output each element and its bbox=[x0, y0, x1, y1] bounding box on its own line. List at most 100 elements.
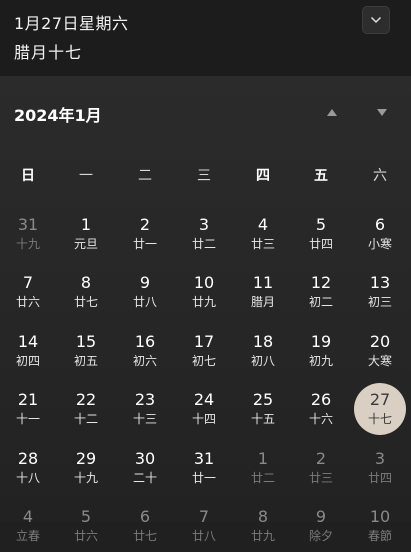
calendar-day[interactable]: 3 廿四 bbox=[354, 441, 406, 493]
calendar-day[interactable]: 14 初四 bbox=[2, 324, 54, 376]
day-number: 25 bbox=[252, 390, 274, 409]
calendar-day[interactable]: 22 十二 bbox=[60, 383, 112, 435]
weekday-label: 二 bbox=[138, 168, 152, 184]
day-number: 21 bbox=[17, 390, 39, 409]
calendar-day[interactable]: 24 十四 bbox=[178, 383, 230, 435]
calendar-day[interactable]: 19 初九 bbox=[295, 324, 347, 376]
day-number: 6 bbox=[374, 214, 386, 234]
weekday-header: 日 一 二 三 四 五 六 bbox=[0, 165, 411, 185]
chevron-down-icon bbox=[370, 16, 382, 24]
calendar-day[interactable]: 11 腊月 bbox=[237, 266, 289, 318]
day-lunar-label: 初六 bbox=[132, 353, 157, 368]
day-lunar-label: 初三 bbox=[367, 295, 392, 309]
collapse-calendar-button[interactable] bbox=[362, 6, 390, 34]
calendar-day[interactable]: 8 廿九 bbox=[237, 500, 289, 552]
weekday-label: 一 bbox=[79, 168, 93, 184]
calendar-day[interactable]: 15 初五 bbox=[60, 324, 112, 376]
calendar-day[interactable]: 31 廿一 bbox=[178, 441, 230, 493]
flyout-header: 1月27日星期六 腊月十七 bbox=[0, 0, 411, 76]
calendar-day[interactable]: 23 十三 bbox=[119, 383, 171, 435]
day-number: 26 bbox=[310, 390, 332, 409]
calendar-day[interactable]: 9 廿八 bbox=[119, 266, 171, 318]
calendar-day[interactable]: 12 初二 bbox=[295, 266, 347, 318]
calendar-day[interactable]: 16 初六 bbox=[119, 324, 171, 376]
day-lunar-label: 廿四 bbox=[308, 236, 333, 251]
day-lunar-label: 初八 bbox=[250, 353, 275, 368]
day-lunar-label: 廿四 bbox=[367, 470, 392, 485]
calendar-day[interactable]: 26 十六 bbox=[295, 383, 347, 435]
calendar-day[interactable]: 9 除夕 bbox=[295, 500, 347, 552]
weekday-label: 三 bbox=[197, 168, 211, 184]
day-number: 5 bbox=[315, 214, 327, 234]
day-number: 7 bbox=[22, 273, 34, 292]
calendar-day[interactable]: 29 十九 bbox=[60, 441, 112, 493]
day-number: 1 bbox=[257, 448, 269, 468]
day-number: 9 bbox=[139, 273, 151, 292]
day-number: 28 bbox=[17, 448, 39, 468]
day-number: 10 bbox=[369, 507, 391, 526]
day-number: 31 bbox=[17, 214, 39, 234]
calendar-day[interactable]: 4 立春 bbox=[2, 500, 54, 552]
calendar-day[interactable]: 20 大寒 bbox=[354, 324, 406, 376]
day-number: 7 bbox=[198, 507, 210, 526]
day-lunar-label: 十三 bbox=[132, 412, 157, 426]
day-number: 20 bbox=[369, 331, 391, 351]
calendar-day[interactable]: 8 廿七 bbox=[60, 266, 112, 318]
day-lunar-label: 腊月 bbox=[250, 295, 275, 309]
calendar-day[interactable]: 13 初三 bbox=[354, 266, 406, 318]
calendar-day[interactable]: 5 廿四 bbox=[295, 207, 347, 259]
weekday-label: 日 bbox=[21, 168, 35, 184]
calendar-day[interactable]: 21 十一 bbox=[2, 383, 54, 435]
day-number: 17 bbox=[193, 331, 215, 351]
previous-month-button[interactable] bbox=[322, 104, 342, 120]
calendar-day[interactable]: 10 廿九 bbox=[178, 266, 230, 318]
day-number: 19 bbox=[310, 331, 332, 351]
triangle-up-icon bbox=[327, 108, 337, 116]
day-lunar-label: 十五 bbox=[250, 412, 275, 426]
calendar-day[interactable]: 7 廿八 bbox=[178, 500, 230, 552]
calendar-day-selected[interactable]: 27 十七 bbox=[354, 382, 406, 435]
lunar-date: 腊月十七 bbox=[14, 43, 83, 62]
calendar-day[interactable]: 18 初八 bbox=[237, 324, 289, 376]
calendar-day[interactable]: 28 十八 bbox=[2, 441, 54, 493]
next-month-button[interactable] bbox=[372, 104, 392, 120]
day-number: 22 bbox=[75, 390, 97, 409]
calendar-day[interactable]: 1 元旦 bbox=[60, 207, 112, 259]
day-number: 11 bbox=[252, 273, 274, 292]
calendar-day[interactable]: 25 十五 bbox=[237, 383, 289, 435]
day-number: 16 bbox=[134, 331, 156, 351]
day-lunar-label: 二十 bbox=[132, 470, 157, 485]
calendar-day[interactable]: 30 二十 bbox=[119, 441, 171, 493]
calendar-day[interactable]: 2 廿一 bbox=[119, 207, 171, 259]
calendar-day[interactable]: 1 廿二 bbox=[237, 441, 289, 493]
calendar-day[interactable]: 6 小寒 bbox=[354, 207, 406, 259]
day-number: 29 bbox=[75, 448, 97, 468]
calendar-day[interactable]: 10 春節 bbox=[354, 500, 406, 552]
day-lunar-label: 十二 bbox=[73, 412, 98, 426]
day-number: 30 bbox=[134, 448, 156, 468]
month-title[interactable]: 2024年1月 bbox=[14, 102, 102, 126]
calendar-day[interactable]: 5 廿六 bbox=[60, 500, 112, 552]
day-lunar-label: 廿三 bbox=[308, 470, 333, 485]
day-number: 3 bbox=[198, 214, 210, 234]
day-number: 15 bbox=[75, 331, 97, 351]
day-lunar-label: 立春 bbox=[15, 529, 40, 543]
day-lunar-label: 十八 bbox=[15, 470, 40, 485]
day-lunar-label: 十一 bbox=[15, 412, 40, 426]
calendar-day[interactable]: 4 廿三 bbox=[237, 207, 289, 259]
calendar-day[interactable]: 7 廿六 bbox=[2, 266, 54, 318]
calendar-day[interactable]: 2 廿三 bbox=[295, 441, 347, 493]
triangle-down-icon bbox=[377, 108, 387, 116]
day-lunar-label: 十九 bbox=[73, 470, 98, 485]
calendar-day[interactable]: 3 廿二 bbox=[178, 207, 230, 259]
day-number: 31 bbox=[193, 448, 215, 468]
day-number: 4 bbox=[22, 507, 34, 526]
day-number: 8 bbox=[80, 273, 92, 292]
day-number: 1 bbox=[80, 214, 92, 234]
calendar-day[interactable]: 17 初七 bbox=[178, 324, 230, 376]
calendar-day[interactable]: 6 廿七 bbox=[119, 500, 171, 552]
calendar-day[interactable]: 31 十九 bbox=[2, 207, 54, 259]
full-date[interactable]: 1月27日星期六 bbox=[14, 10, 129, 34]
day-number: 2 bbox=[139, 214, 151, 234]
day-number: 14 bbox=[17, 331, 39, 351]
